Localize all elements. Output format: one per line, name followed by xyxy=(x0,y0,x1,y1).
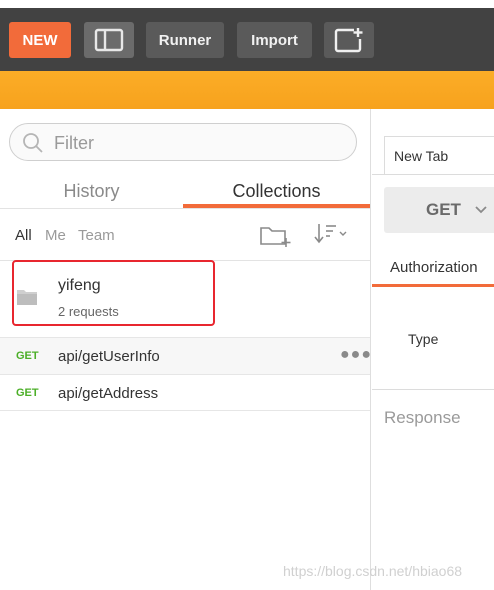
divider xyxy=(372,174,494,175)
chevron-down-icon xyxy=(475,206,487,214)
scope-all[interactable]: All xyxy=(15,223,32,247)
type-label: Type xyxy=(408,331,439,347)
toggle-sidebar-button[interactable] xyxy=(84,22,134,58)
filter-box[interactable] xyxy=(9,123,357,161)
response-area: Response xyxy=(372,389,494,590)
sidebar-toggle-icon xyxy=(94,28,124,52)
method-select[interactable]: GET xyxy=(384,187,494,233)
tab-new-tab[interactable]: New Tab xyxy=(384,136,494,175)
new-collection-icon[interactable] xyxy=(258,222,292,248)
more-options-icon[interactable]: ●●● xyxy=(340,346,372,364)
top-toolbar: NEW Runner Import xyxy=(0,0,494,71)
new-button[interactable]: NEW xyxy=(9,22,71,58)
request-name: api/getUserInfo xyxy=(58,348,160,365)
scope-team[interactable]: Team xyxy=(78,223,115,247)
request-item[interactable]: GET api/getUserInfo ●●● xyxy=(0,337,372,374)
divider xyxy=(0,208,370,209)
tab-history[interactable]: History xyxy=(0,173,183,209)
status-banner xyxy=(0,71,494,109)
new-window-button[interactable] xyxy=(324,22,374,58)
search-icon xyxy=(23,133,43,153)
runner-button[interactable]: Runner xyxy=(146,22,224,58)
request-item[interactable]: GET api/getAddress xyxy=(0,374,370,411)
postman-app: NEW Runner Import History xyxy=(0,0,494,590)
request-name: api/getAddress xyxy=(58,385,159,402)
method-badge: GET xyxy=(16,350,39,362)
annotation-highlight-box xyxy=(12,260,215,326)
sort-icon[interactable] xyxy=(312,221,352,247)
import-button[interactable]: Import xyxy=(237,22,312,58)
scope-me[interactable]: Me xyxy=(45,223,66,247)
tab-authorization[interactable]: Authorization xyxy=(372,251,494,285)
new-window-icon xyxy=(334,28,363,53)
response-label: Response xyxy=(384,408,461,427)
filter-input[interactable] xyxy=(54,130,344,156)
watermark: https://blog.csdn.net/hbiao68 xyxy=(283,563,463,579)
sidebar: History Collections All Me Team yifeng xyxy=(0,109,371,590)
request-panel: New Tab GET Authorization Type Response xyxy=(372,109,494,590)
authorization-body: Type xyxy=(372,287,494,390)
method-badge: GET xyxy=(16,387,39,399)
method-select-value: GET xyxy=(426,200,461,219)
